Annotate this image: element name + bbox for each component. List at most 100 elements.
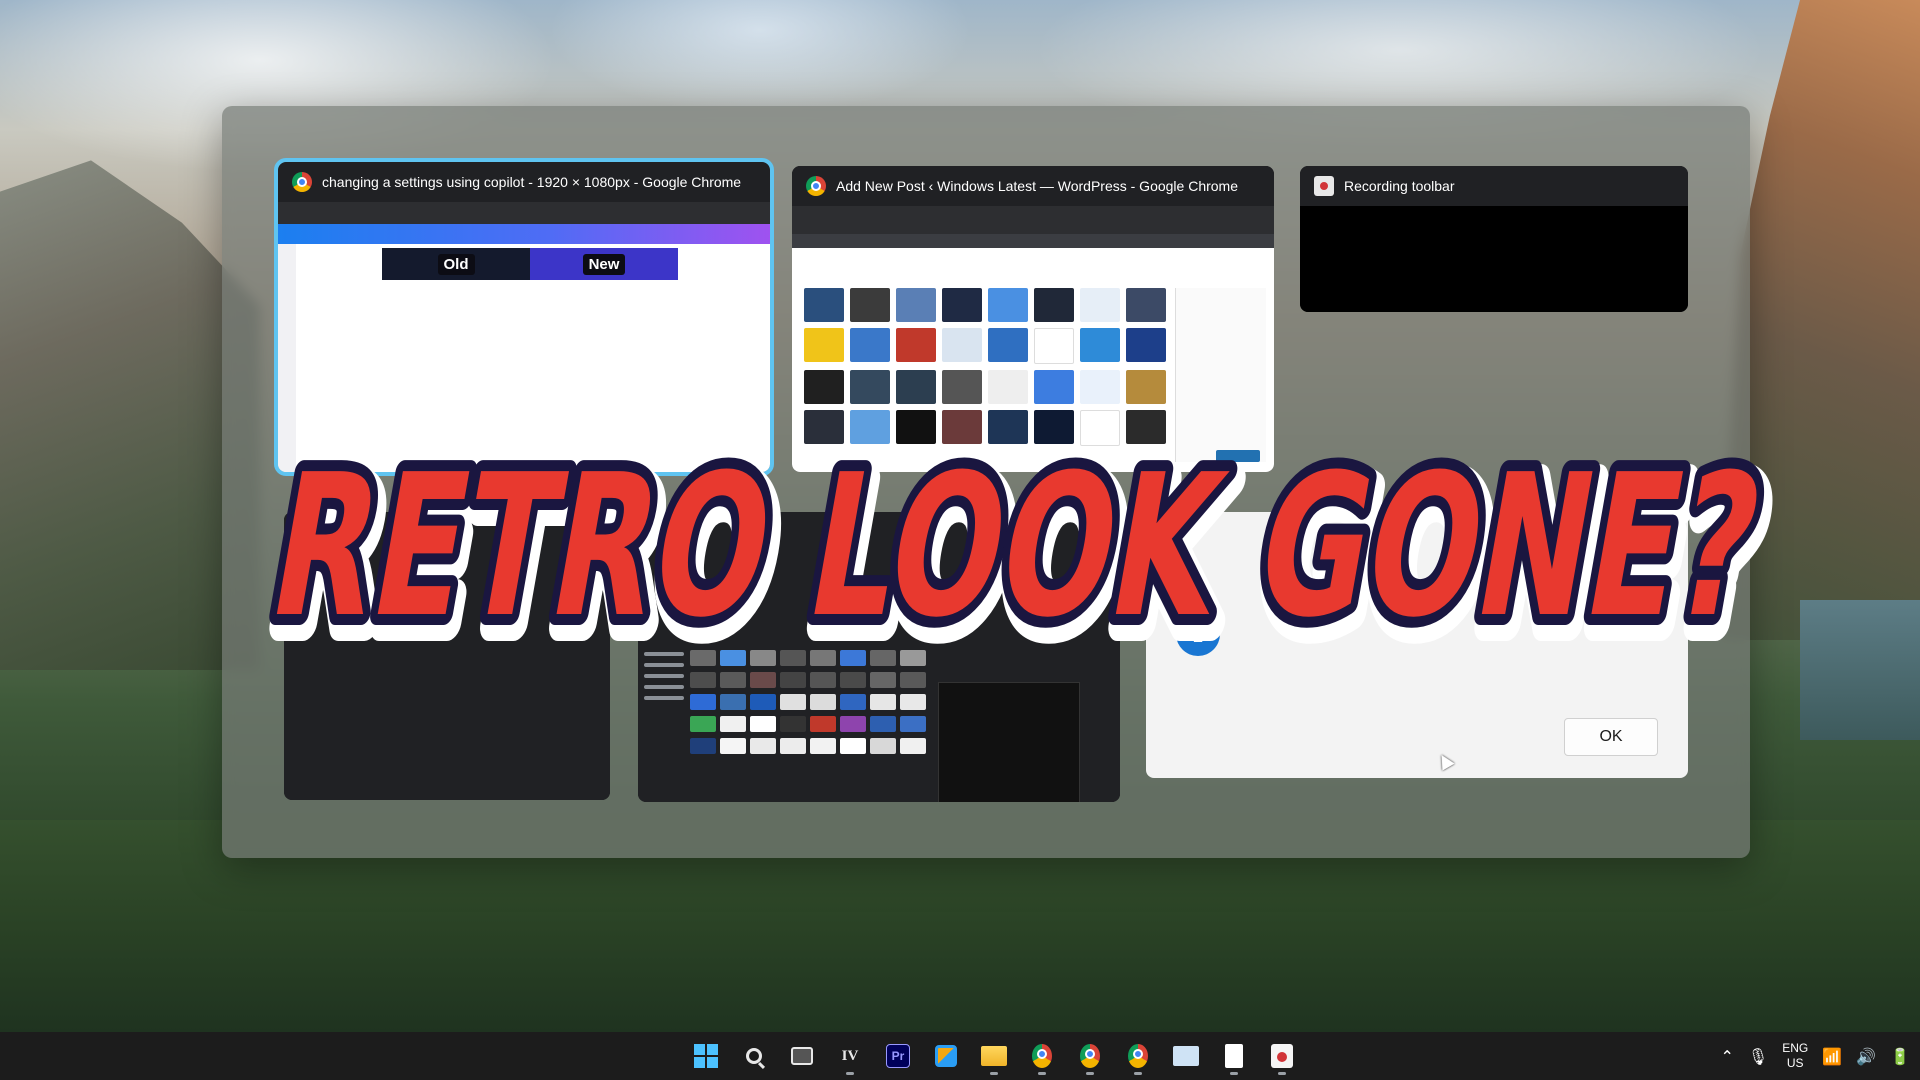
taskbar: IV Pr ⌃ 🎙 ENG US 📶 🔊 🔋 bbox=[0, 1032, 1920, 1080]
browser-address-bar bbox=[792, 234, 1274, 248]
snipping-glyph bbox=[1173, 1046, 1199, 1066]
irfanview-icon[interactable]: IV bbox=[828, 1036, 872, 1076]
info-icon: i bbox=[1176, 612, 1220, 656]
media-thumbnail bbox=[1080, 370, 1120, 404]
irfanview-glyph: IV bbox=[841, 1047, 859, 1064]
volume-icon[interactable]: 🔊 bbox=[1856, 1047, 1876, 1066]
media-thumbnail bbox=[1126, 288, 1166, 322]
media-library-preview bbox=[792, 248, 1274, 472]
file-thumbnail bbox=[870, 716, 896, 732]
windows-start-icon[interactable] bbox=[684, 1036, 728, 1076]
file-thumbnail bbox=[900, 672, 926, 688]
chrome-icon[interactable] bbox=[1020, 1036, 1064, 1076]
lang-bottom: US bbox=[1786, 1056, 1804, 1070]
media-thumbnail bbox=[896, 370, 936, 404]
task-view-icon[interactable] bbox=[780, 1036, 824, 1076]
window-thumb-file-explorer[interactable] bbox=[638, 512, 1120, 802]
old-label: Old bbox=[437, 253, 475, 275]
show-hidden-icons-chevron-icon[interactable]: ⌃ bbox=[1721, 1047, 1734, 1066]
file-thumbnail bbox=[690, 650, 716, 666]
window-thumb-wordpress-chrome[interactable]: Add New Post ‹ Windows Latest — WordPres… bbox=[792, 166, 1274, 472]
search-icon[interactable] bbox=[732, 1036, 776, 1076]
microsoft-store-icon[interactable] bbox=[924, 1036, 968, 1076]
old-new-comparison: Old New bbox=[382, 248, 678, 280]
chrome-glyph bbox=[1032, 1044, 1052, 1068]
file-thumbnail bbox=[810, 650, 836, 666]
set-featured-image-button bbox=[1216, 450, 1260, 462]
file-thumbnail bbox=[690, 716, 716, 732]
file-thumbnail bbox=[720, 716, 746, 732]
file-thumbnail bbox=[750, 738, 776, 754]
file-thumbnail bbox=[720, 672, 746, 688]
media-thumbnail bbox=[942, 328, 982, 362]
recording-icon bbox=[1314, 176, 1334, 196]
chrome-profile-3-icon[interactable] bbox=[1116, 1036, 1160, 1076]
media-thumbnail bbox=[804, 288, 844, 322]
window-title: changing a settings using copilot - 1920… bbox=[322, 174, 742, 190]
media-thumbnail bbox=[896, 410, 936, 444]
wifi-icon[interactable]: 📶 bbox=[1822, 1047, 1842, 1066]
chrome-glyph bbox=[1128, 1044, 1148, 1068]
old-label-cell: Old bbox=[382, 248, 530, 280]
file-thumbnail bbox=[900, 716, 926, 732]
window-thumb-info-dialog[interactable]: i OK bbox=[1146, 512, 1688, 778]
file-thumbnail bbox=[810, 694, 836, 710]
snipping-tool-icon[interactable] bbox=[1164, 1036, 1208, 1076]
window-title: Recording toolbar bbox=[1344, 178, 1455, 194]
window-preview-content bbox=[1300, 206, 1688, 312]
nav-item bbox=[644, 696, 684, 700]
notepad-glyph bbox=[1225, 1044, 1243, 1068]
window-preview-content: Old New bbox=[278, 244, 770, 472]
media-thumbnail bbox=[896, 288, 936, 322]
notepad-icon[interactable] bbox=[1212, 1036, 1256, 1076]
media-thumbnail bbox=[1080, 288, 1120, 322]
wallpaper-mountain-right bbox=[1720, 0, 1920, 640]
window-title: Add New Post ‹ Windows Latest — WordPres… bbox=[836, 178, 1239, 194]
file-thumbnail bbox=[690, 738, 716, 754]
media-thumbnail bbox=[896, 328, 936, 362]
media-thumbnail bbox=[1126, 370, 1166, 404]
file-thumbnail bbox=[780, 738, 806, 754]
chrome-profile-2-icon[interactable] bbox=[1068, 1036, 1112, 1076]
ok-button[interactable]: OK bbox=[1564, 718, 1658, 756]
media-thumbnail bbox=[1080, 328, 1120, 362]
file-thumbnail bbox=[720, 738, 746, 754]
file-thumbnail bbox=[870, 694, 896, 710]
window-thumb-copilot-chrome[interactable]: changing a settings using copilot - 1920… bbox=[274, 158, 774, 476]
wallpaper-lake bbox=[1800, 600, 1920, 740]
window-preview-content bbox=[284, 512, 610, 800]
nav-item bbox=[644, 674, 684, 678]
lang-top: ENG bbox=[1782, 1041, 1809, 1055]
file-thumbnail bbox=[750, 672, 776, 688]
attachment-details-panel bbox=[1175, 288, 1266, 462]
new-label-cell: New bbox=[530, 248, 678, 280]
window-thumb-dark-app[interactable] bbox=[284, 512, 610, 800]
file-thumbnail bbox=[840, 672, 866, 688]
nav-item bbox=[644, 663, 684, 667]
nested-app-preview bbox=[938, 682, 1080, 802]
browser-tab-strip bbox=[792, 206, 1274, 234]
file-thumbnail bbox=[810, 738, 836, 754]
media-thumbnail bbox=[942, 410, 982, 444]
input-language-indicator[interactable]: ENG US bbox=[1782, 1041, 1808, 1071]
file-thumbnail bbox=[840, 716, 866, 732]
task-switcher: changing a settings using copilot - 1920… bbox=[222, 106, 1750, 858]
paint-glyph bbox=[1271, 1044, 1293, 1068]
preview-toolbar bbox=[278, 224, 770, 244]
microphone-icon[interactable]: 🎙 bbox=[1748, 1047, 1768, 1066]
file-thumbnail bbox=[870, 650, 896, 666]
premiere-pro-icon[interactable]: Pr bbox=[876, 1036, 920, 1076]
file-thumbnail bbox=[900, 738, 926, 754]
new-label: New bbox=[582, 253, 626, 275]
window-thumb-recording-toolbar[interactable]: Recording toolbar bbox=[1300, 166, 1688, 312]
media-thumbnail bbox=[1034, 370, 1074, 404]
media-thumbnail bbox=[1126, 410, 1166, 444]
file-explorer-icon[interactable] bbox=[972, 1036, 1016, 1076]
media-thumbnail bbox=[850, 410, 890, 444]
paint-icon[interactable] bbox=[1260, 1036, 1304, 1076]
media-thumbnail bbox=[804, 328, 844, 362]
media-thumbnail bbox=[988, 370, 1028, 404]
file-thumbnail bbox=[780, 650, 806, 666]
media-thumbnail bbox=[1080, 410, 1120, 446]
battery-icon[interactable]: 🔋 bbox=[1890, 1047, 1910, 1066]
